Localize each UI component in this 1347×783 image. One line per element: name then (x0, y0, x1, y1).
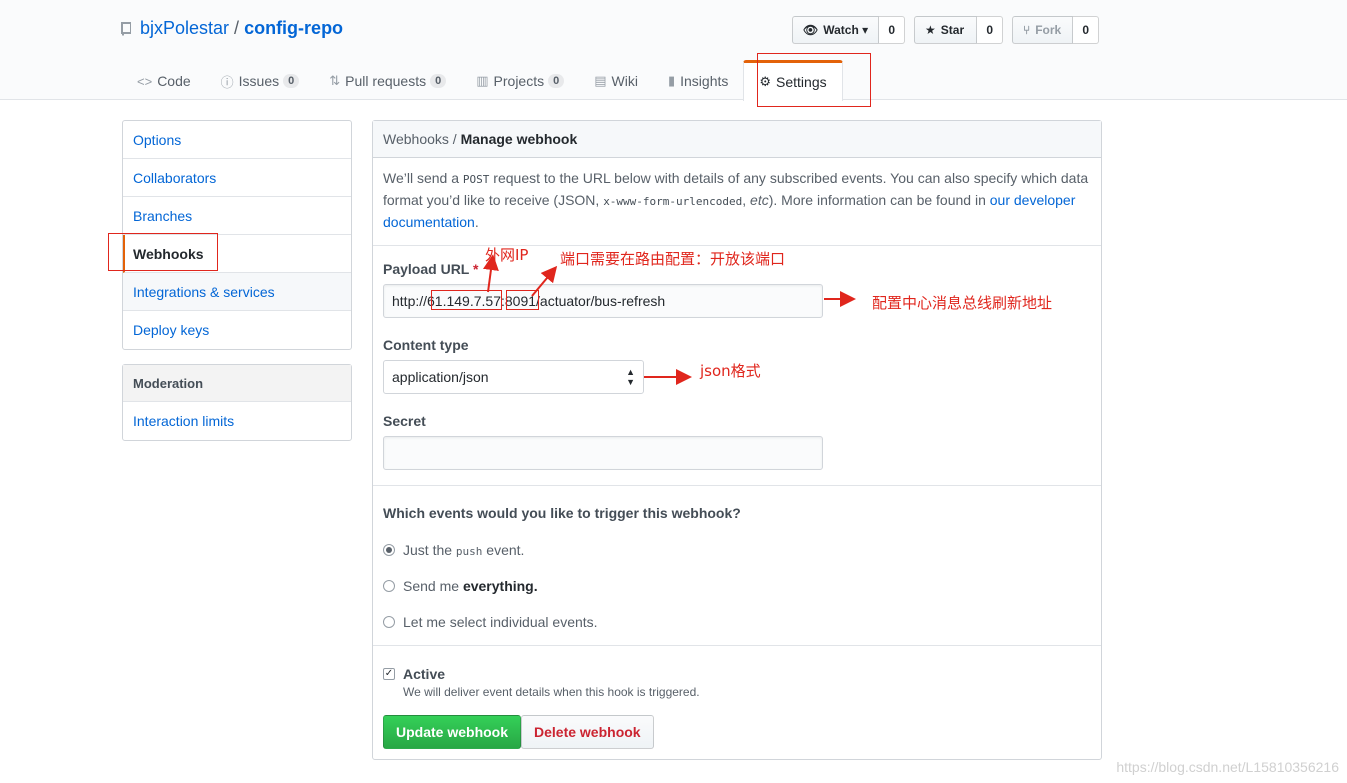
secret-label: Secret (383, 413, 426, 429)
moderation-heading: Moderation (123, 365, 351, 402)
content-type-label: Content type (383, 337, 469, 353)
content-type-value: application/json (392, 369, 489, 385)
bus-refresh-annotation: 配置中心消息总线刷新地址 (872, 294, 1053, 312)
tab-insights-label: Insights (680, 73, 729, 89)
pulls-counter: 0 (430, 74, 447, 88)
star-icon: ★ (925, 23, 936, 37)
watch-count[interactable]: 0 (879, 16, 905, 44)
radio-checked-icon (383, 544, 395, 556)
repo-icon (121, 21, 131, 36)
tab-wiki[interactable]: ▤ Wiki (579, 62, 653, 100)
book-icon: ▤ (594, 73, 607, 88)
graph-icon: ▮ (667, 73, 676, 88)
tab-issues[interactable]: ⓘ Issues 0 (206, 62, 315, 100)
repo-nav: <> Code ⓘ Issues 0 ⇅ Pull requests 0 ▥ P… (122, 60, 843, 101)
star-button[interactable]: ★ Star (914, 16, 978, 44)
section-divider (373, 485, 1101, 486)
tab-projects[interactable]: ▥ Projects 0 (461, 62, 579, 100)
breadcrumb-separator: / (452, 131, 457, 147)
breadcrumb: Webhooks / Manage webhook (373, 121, 1101, 158)
sidebar-item-deploy-keys[interactable]: Deploy keys (123, 311, 351, 349)
repo-header: bjxPolestar / config-repo 👁 Watch ▾ 0 ★ … (0, 0, 1347, 101)
radio-icon (383, 580, 395, 592)
webhook-intro: We’ll send a POST request to the URL bel… (373, 158, 1101, 246)
pull-request-icon: ⇅ (329, 73, 341, 88)
issues-counter: 0 (283, 74, 300, 88)
tab-pull-requests-label: Pull requests (345, 73, 427, 89)
event-push-radio[interactable]: Just the push event. (383, 542, 524, 558)
projects-counter: 0 (548, 74, 565, 88)
radio-icon (383, 616, 395, 628)
repo-title-separator: / (234, 18, 240, 38)
watch-button[interactable]: 👁 Watch ▾ (792, 16, 880, 44)
json-annotation: json格式 (700, 362, 761, 380)
event-everything-label: Send me everything. (403, 578, 538, 594)
content-type-select[interactable]: application/json ▲ ▼ (383, 360, 644, 394)
port-highlight-box (506, 290, 539, 310)
code-icon: <> (137, 73, 153, 89)
tab-wiki-label: Wiki (611, 73, 638, 89)
fork-group: ⑂ Fork 0 (1012, 16, 1099, 44)
active-note: We will deliver event details when this … (403, 685, 700, 699)
webhooks-highlight-box (108, 233, 218, 271)
active-checkbox-row[interactable]: ✓ Active (383, 666, 445, 682)
tab-issues-label: Issues (238, 73, 280, 89)
external-ip-annotation: 外网IP (485, 246, 529, 264)
fork-icon: ⑂ (1023, 23, 1031, 37)
watermark: https://blog.csdn.net/L15810356216 (1116, 759, 1339, 775)
tab-insights[interactable]: ▮ Insights (653, 62, 743, 100)
event-push-label: Just the push event. (403, 542, 525, 558)
breadcrumb-webhooks[interactable]: Webhooks (383, 131, 449, 147)
required-mark: * (473, 261, 479, 277)
tab-projects-label: Projects (493, 73, 545, 89)
active-label: Active (403, 666, 446, 682)
eye-icon: 👁 (803, 23, 819, 37)
repo-title: bjxPolestar / config-repo (120, 18, 343, 39)
delete-webhook-button[interactable]: Delete webhook (521, 715, 654, 749)
update-webhook-button[interactable]: Update webhook (383, 715, 522, 749)
star-label: Star (940, 23, 965, 37)
events-question: Which events would you like to trigger t… (383, 505, 741, 521)
star-group: ★ Star 0 (914, 16, 1003, 44)
webhook-panel: Webhooks / Manage webhook We’ll send a P… (372, 120, 1102, 760)
repo-actions: 👁 Watch ▾ 0 ★ Star 0 ⑂ Fork 0 (792, 16, 1108, 44)
payload-url-label: Payload URL * (383, 261, 479, 277)
settings-highlight-box (757, 53, 871, 107)
fork-label: Fork (1035, 23, 1062, 37)
ip-highlight-box (431, 290, 502, 310)
secret-input[interactable] (383, 436, 823, 470)
sidebar-item-collaborators[interactable]: Collaborators (123, 159, 351, 197)
sidebar-item-integrations[interactable]: Integrations & services (123, 273, 351, 311)
event-select-label: Let me select individual events. (403, 614, 598, 630)
watch-label: Watch ▾ (823, 23, 869, 37)
tab-pull-requests[interactable]: ⇅ Pull requests 0 (314, 62, 461, 100)
repo-owner-link[interactable]: bjxPolestar (140, 18, 229, 39)
watch-group: 👁 Watch ▾ 0 (792, 16, 905, 44)
repo-name-link[interactable]: config-repo (244, 18, 343, 39)
active-checkbox[interactable]: ✓ (383, 668, 395, 680)
sidebar-item-interaction-limits[interactable]: Interaction limits (123, 402, 351, 440)
select-arrows-icon: ▲ ▼ (626, 367, 635, 387)
section-divider (373, 645, 1101, 646)
fork-button[interactable]: ⑂ Fork (1012, 16, 1074, 44)
sidebar-item-options[interactable]: Options (123, 121, 351, 159)
fork-count[interactable]: 0 (1073, 16, 1099, 44)
moderation-menu: Moderation Interaction limits (122, 364, 352, 441)
project-icon: ▥ (476, 73, 489, 88)
event-select-radio[interactable]: Let me select individual events. (383, 614, 598, 630)
tab-code[interactable]: <> Code (122, 62, 206, 100)
port-annotation: 端口需要在路由配置：开放该端口 (560, 250, 786, 268)
sidebar-item-branches[interactable]: Branches (123, 197, 351, 235)
star-count[interactable]: 0 (977, 16, 1003, 44)
issue-icon: ⓘ (220, 74, 234, 90)
event-everything-radio[interactable]: Send me everything. (383, 578, 538, 594)
page-title: Manage webhook (460, 131, 578, 147)
tab-code-label: Code (157, 73, 191, 89)
